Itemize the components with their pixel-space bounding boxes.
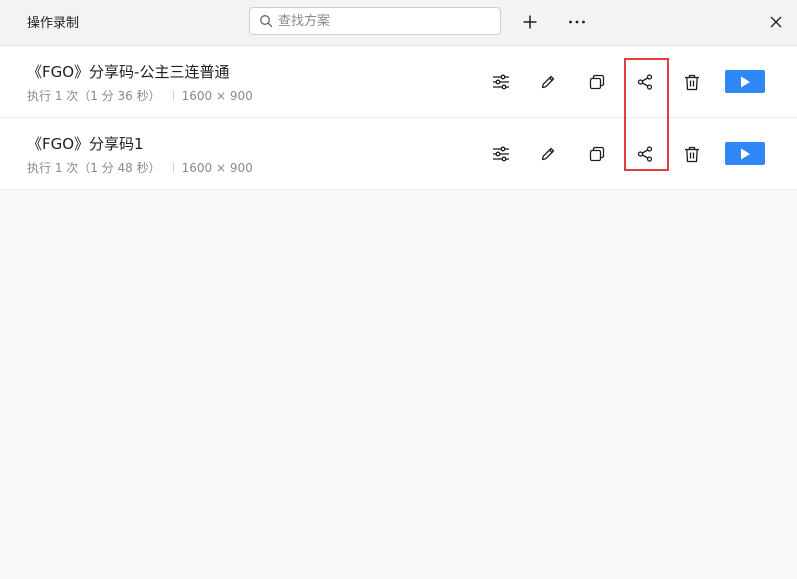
play-icon [739,148,751,160]
share-button[interactable] [633,142,657,166]
recording-list: 《FGO》分享码-公主三连普通 执行 1 次（1 分 36 秒） 1600 × 9… [0,46,797,190]
title-bar: 操作录制 [0,0,797,46]
copy-button[interactable] [585,142,609,166]
share-button[interactable] [633,70,657,94]
plus-icon [522,14,538,30]
list-item[interactable]: 《FGO》分享码-公主三连普通 执行 1 次（1 分 36 秒） 1600 × 9… [0,46,797,118]
share-icon [637,146,653,162]
add-button[interactable] [517,9,543,35]
divider [172,162,174,173]
list-item[interactable]: 《FGO》分享码1 执行 1 次（1 分 48 秒） 1600 × 900 [0,118,797,190]
recording-meta: 执行 1 次（1 分 48 秒） 1600 × 900 [27,159,253,176]
play-button[interactable] [725,142,765,165]
share-icon [637,74,653,90]
search-icon [259,14,273,28]
copy-icon [589,74,605,90]
app-title: 操作录制 [27,16,80,31]
play-icon [739,76,751,88]
settings-sliders-icon [492,74,510,90]
recording-name: 《FGO》分享码-公主三连普通 [27,63,230,81]
resolution: 1600 × 900 [181,89,253,103]
settings-sliders-icon [492,146,510,162]
close-icon [770,16,782,28]
run-count: 执行 1 次（1 分 48 秒） [27,161,161,175]
more-button[interactable] [564,9,590,35]
settings-button[interactable] [489,142,513,166]
search-input[interactable] [278,11,493,31]
delete-button[interactable] [680,70,704,94]
edit-button[interactable] [536,142,560,166]
edit-pencil-icon [540,146,556,162]
recording-name: 《FGO》分享码1 [27,135,144,153]
more-horizontal-icon [568,19,586,25]
copy-button[interactable] [585,70,609,94]
settings-button[interactable] [489,70,513,94]
play-button[interactable] [725,70,765,93]
edit-pencil-icon [540,74,556,90]
delete-button[interactable] [680,142,704,166]
divider [172,90,174,101]
edit-button[interactable] [536,70,560,94]
close-button[interactable] [763,9,789,35]
recording-meta: 执行 1 次（1 分 36 秒） 1600 × 900 [27,87,253,104]
run-count: 执行 1 次（1 分 36 秒） [27,89,161,103]
copy-icon [589,146,605,162]
search-box[interactable] [249,7,501,35]
resolution: 1600 × 900 [181,161,253,175]
trash-icon [684,74,700,91]
trash-icon [684,146,700,163]
